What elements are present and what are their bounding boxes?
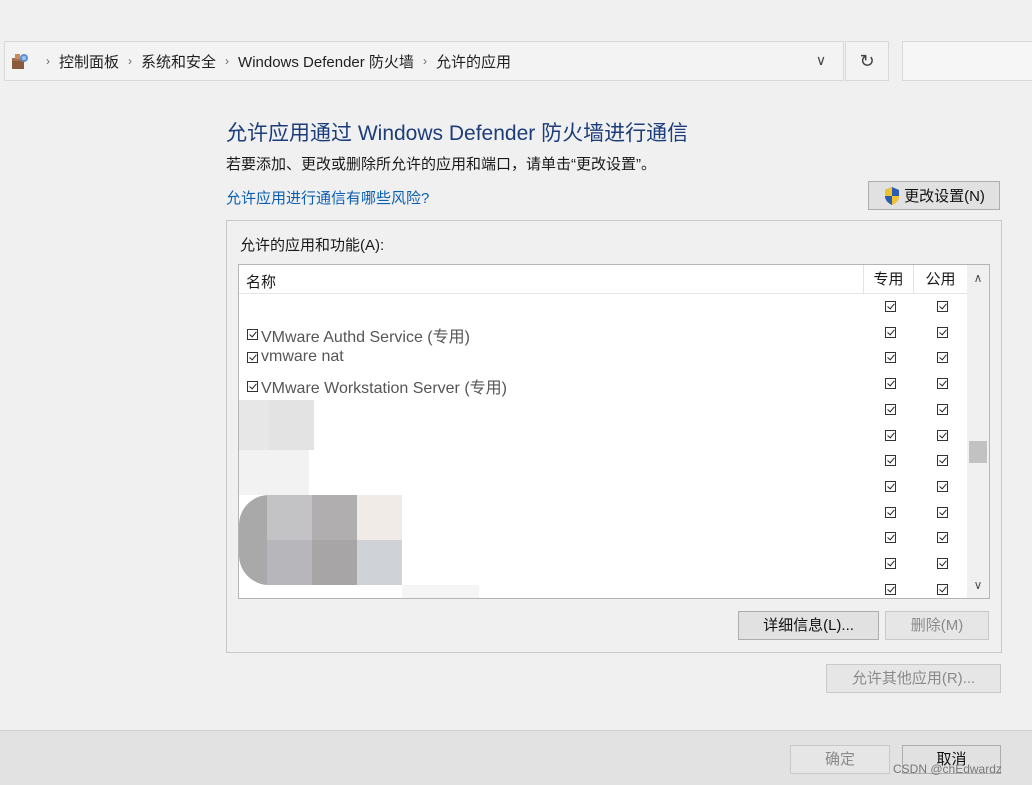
change-settings-label: 更改设置(N) — [904, 188, 985, 205]
table-row[interactable] — [239, 294, 967, 320]
ok-button[interactable]: 确定 — [790, 745, 890, 774]
app-name-cell: VMware Workstation Server (专用) — [247, 374, 507, 398]
private-checkbox[interactable] — [885, 583, 896, 595]
risk-link[interactable]: 允许应用进行通信有哪些风险? — [226, 187, 429, 208]
private-checkbox[interactable] — [885, 558, 896, 569]
allowed-apps-label: 允许的应用和功能(A): — [240, 237, 385, 254]
column-private[interactable]: 专用 — [863, 265, 914, 294]
allow-other-app-button[interactable]: 允许其他应用(R)... — [826, 664, 1001, 693]
page-title: 允许应用通过 Windows Defender 防火墙进行通信 — [226, 122, 689, 145]
breadcrumb-item-system-security[interactable]: 系统和安全 — [141, 51, 216, 72]
app-name-label: VMware Authd Service (专用) — [261, 328, 470, 346]
allowed-apps-list[interactable]: 名称 专用 公用 VMware Authd Service (专用) vmware… — [238, 264, 990, 599]
breadcrumb-item-allowed-apps[interactable]: 允许的应用 — [436, 51, 511, 72]
public-checkbox[interactable] — [937, 429, 948, 441]
public-checkbox[interactable] — [937, 352, 948, 364]
private-checkbox[interactable] — [885, 301, 896, 312]
private-checkbox[interactable] — [885, 403, 896, 415]
public-checkbox[interactable] — [937, 532, 948, 544]
scroll-up-icon[interactable]: ∧ — [967, 267, 989, 289]
remove-button[interactable]: 删除(M) — [885, 611, 989, 640]
page-subtitle: 若要添加、更改或删除所允许的应用和端口，请单击“更改设置”。 — [226, 156, 656, 173]
table-row[interactable]: vmware nat — [239, 345, 967, 371]
refresh-icon: ↻ — [859, 51, 875, 71]
table-row[interactable]: VMware Authd Service (专用) — [239, 320, 967, 346]
scroll-down-icon[interactable]: ∨ — [967, 574, 989, 596]
public-checkbox[interactable] — [937, 326, 948, 338]
breadcrumb-item-control-panel[interactable]: 控制面板 — [59, 51, 119, 72]
column-public[interactable]: 公用 — [914, 265, 967, 294]
redacted-region — [239, 400, 479, 598]
details-button[interactable]: 详细信息(L)... — [738, 611, 879, 640]
private-checkbox[interactable] — [885, 506, 896, 518]
public-checkbox[interactable] — [937, 558, 948, 569]
app-name-cell: VMware Authd Service (专用) — [247, 323, 470, 347]
breadcrumb-item-firewall[interactable]: Windows Defender 防火墙 — [238, 51, 414, 72]
chevron-down-icon[interactable]: ∨ — [813, 52, 829, 68]
private-checkbox[interactable] — [885, 352, 896, 364]
control-panel-icon[interactable] — [9, 50, 31, 72]
private-checkbox[interactable] — [885, 532, 896, 544]
app-name-cell: vmware nat — [247, 348, 344, 366]
refresh-button[interactable]: ↻ — [845, 41, 889, 81]
chevron-right-icon: › — [46, 54, 50, 68]
app-enabled-checkbox[interactable] — [247, 380, 258, 392]
public-checkbox[interactable] — [937, 403, 948, 415]
public-checkbox[interactable] — [937, 480, 948, 492]
private-checkbox[interactable] — [885, 429, 896, 441]
scroll-thumb[interactable] — [969, 441, 987, 463]
chevron-right-icon: › — [422, 54, 427, 68]
address-bar[interactable]: › 控制面板 › 系统和安全 › Windows Defender 防火墙 › … — [4, 41, 844, 81]
app-enabled-checkbox[interactable] — [247, 329, 258, 341]
app-name-label: VMware Workstation Server (专用) — [261, 380, 507, 398]
search-input[interactable] — [902, 41, 1032, 81]
chevron-right-icon: › — [225, 54, 230, 68]
list-header: 名称 专用 公用 — [239, 265, 967, 294]
app-name-label: vmware nat — [261, 348, 344, 366]
private-checkbox[interactable] — [885, 326, 896, 338]
app-enabled-checkbox[interactable] — [247, 351, 258, 363]
private-checkbox[interactable] — [885, 378, 896, 390]
watermark: CSDN @chEdwardz — [893, 762, 1002, 776]
public-checkbox[interactable] — [937, 378, 948, 390]
table-row[interactable]: VMware Workstation Server (专用) — [239, 371, 967, 397]
public-checkbox[interactable] — [937, 583, 948, 595]
private-checkbox[interactable] — [885, 455, 896, 467]
breadcrumb: › 控制面板 › 系统和安全 › Windows Defender 防火墙 › … — [5, 42, 511, 80]
column-name[interactable]: 名称 — [246, 271, 276, 292]
change-settings-button[interactable]: 更改设置(N) — [868, 181, 1000, 210]
private-checkbox[interactable] — [885, 480, 896, 492]
chevron-right-icon: › — [128, 54, 133, 68]
vertical-scrollbar[interactable]: ∧ ∨ — [967, 265, 989, 598]
public-checkbox[interactable] — [937, 301, 948, 312]
public-checkbox[interactable] — [937, 506, 948, 518]
uac-shield-icon — [885, 186, 900, 205]
public-checkbox[interactable] — [937, 455, 948, 467]
